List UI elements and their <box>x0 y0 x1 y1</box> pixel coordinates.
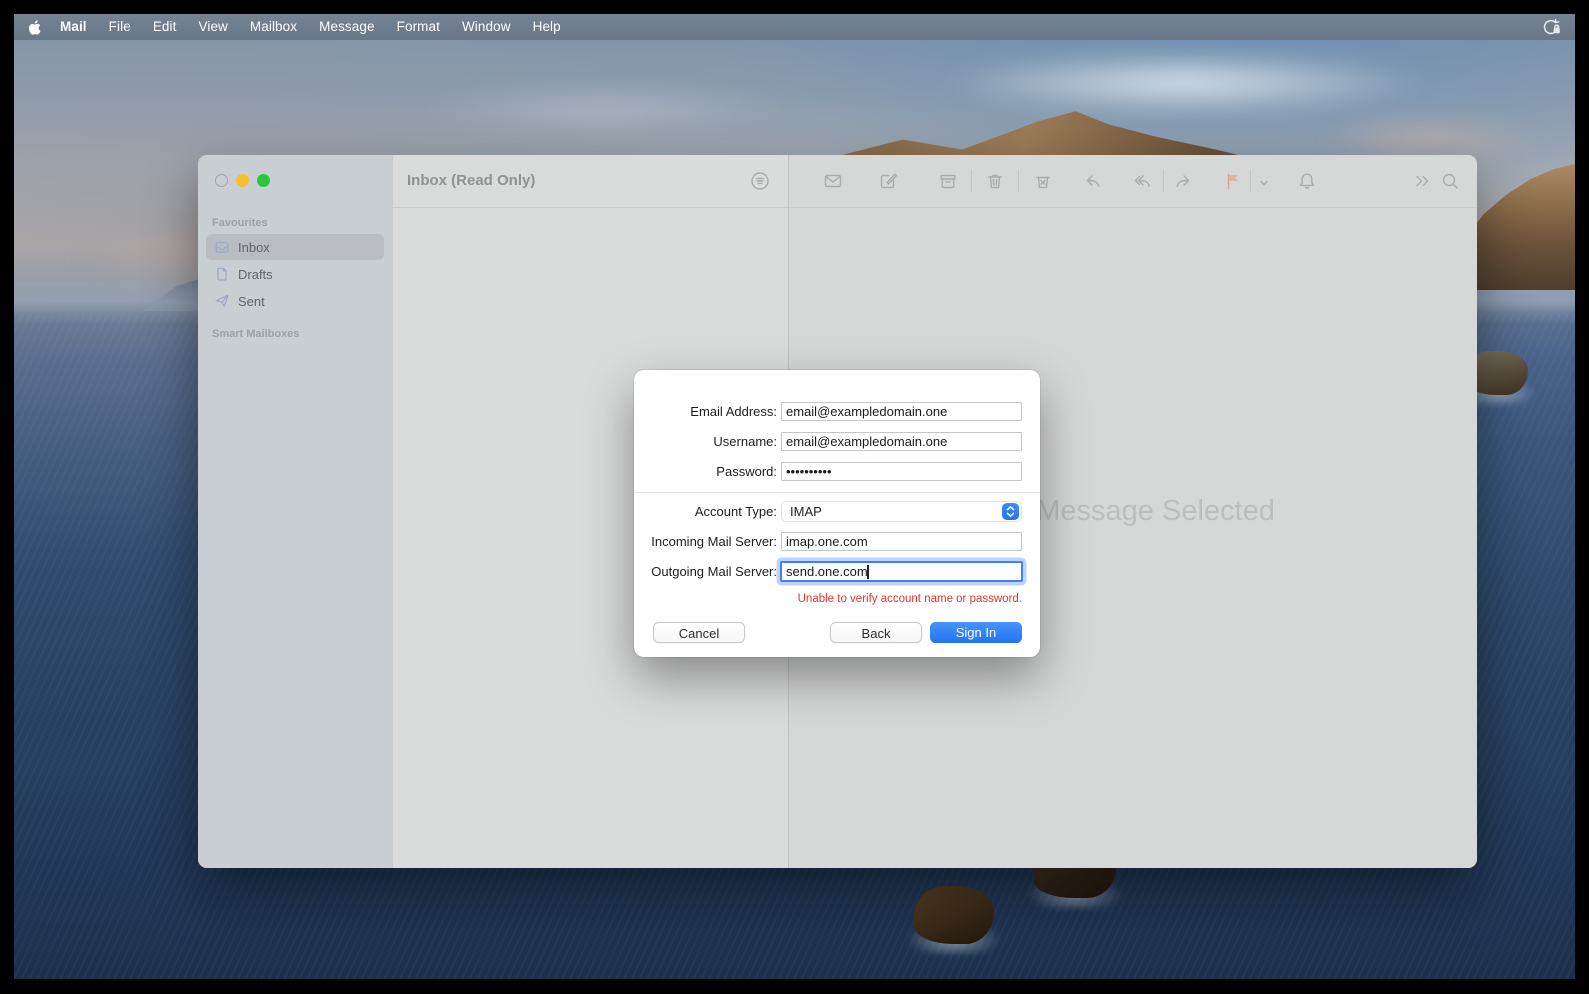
lock-circle-arrow-icon[interactable] <box>1541 17 1561 37</box>
toolbar-separator <box>1163 170 1164 192</box>
back-button[interactable]: Back <box>830 622 922 643</box>
mailbox-title: Inbox (Read Only) <box>407 172 536 189</box>
outgoing-server-field[interactable] <box>780 561 1023 582</box>
sidebar-section-smart-mailboxes: Smart Mailboxes <box>212 328 300 340</box>
sidebar-item-drafts[interactable]: Drafts <box>206 261 384 287</box>
apple-menu[interactable] <box>27 19 41 36</box>
sidebar-section-favourites: Favourites <box>212 217 268 229</box>
bell-icon[interactable] <box>1297 171 1317 191</box>
error-message: Unable to verify account name or passwor… <box>797 593 1022 605</box>
outgoing-server-label: Outgoing Mail Server: <box>651 564 777 579</box>
menu-item-format[interactable]: Format <box>386 14 451 40</box>
password-field[interactable] <box>781 462 1022 481</box>
toolbar <box>789 155 1477 208</box>
menu-item-file[interactable]: File <box>98 14 142 40</box>
menu-bar: Mail File Edit View Mailbox Message Form… <box>14 14 1575 40</box>
menu-item-mailbox[interactable]: Mailbox <box>239 14 308 40</box>
reply-icon[interactable] <box>1083 171 1103 191</box>
sidebar: Favourites Inbox Drafts Sent Smart Mailb… <box>198 155 392 868</box>
menu-item-view[interactable]: View <box>187 14 238 40</box>
draft-document-icon <box>217 267 227 281</box>
sidebar-item-label: Sent <box>238 293 265 309</box>
chevron-down-icon[interactable] <box>1258 176 1270 188</box>
account-type-label: Account Type: <box>694 504 777 519</box>
username-label: Username: <box>713 434 777 449</box>
sidebar-item-label: Drafts <box>238 266 273 282</box>
zoom-button[interactable] <box>257 174 270 187</box>
password-label: Password: <box>716 464 777 479</box>
wallpaper-cloud <box>344 74 864 144</box>
menu-item-message[interactable]: Message <box>308 14 385 40</box>
trash-icon[interactable] <box>985 171 1005 191</box>
filter-icon[interactable] <box>750 171 770 191</box>
incoming-server-field[interactable] <box>781 532 1022 551</box>
menu-item-window[interactable]: Window <box>451 14 522 40</box>
toolbar-separator <box>1250 170 1251 192</box>
menu-item-edit[interactable]: Edit <box>142 14 188 40</box>
incoming-server-label: Incoming Mail Server: <box>651 534 777 549</box>
search-icon[interactable] <box>1440 171 1460 191</box>
paper-plane-icon <box>215 294 229 307</box>
flag-icon[interactable] <box>1223 171 1243 191</box>
sidebar-item-sent[interactable]: Sent <box>206 288 384 314</box>
menu-item-mail[interactable]: Mail <box>49 14 98 40</box>
reply-all-icon[interactable] <box>1132 171 1152 191</box>
envelope-icon[interactable] <box>823 171 843 191</box>
compose-icon[interactable] <box>878 171 898 191</box>
account-type-popup[interactable]: IMAP <box>781 501 1022 522</box>
chevron-double-right-icon[interactable] <box>1412 171 1432 191</box>
email-address-field[interactable] <box>781 402 1022 421</box>
sign-in-button[interactable]: Sign In <box>930 622 1022 643</box>
apple-logo-icon <box>28 19 41 35</box>
forward-icon[interactable] <box>1173 171 1193 191</box>
email-address-label: Email Address: <box>690 404 777 419</box>
toolbar-separator <box>1018 170 1019 192</box>
desktop-wallpaper: Mail File Edit View Mailbox Message Form… <box>14 14 1575 979</box>
archive-icon[interactable] <box>938 171 958 191</box>
inbox-tray-icon <box>215 241 229 253</box>
dialog-separator <box>634 492 1040 493</box>
popup-stepper-icon[interactable] <box>1002 503 1019 520</box>
username-field[interactable] <box>781 432 1022 451</box>
junk-icon[interactable] <box>1033 171 1053 191</box>
account-type-value: IMAP <box>790 504 822 519</box>
close-button[interactable] <box>215 174 228 187</box>
wallpaper-islet <box>902 886 1006 954</box>
toolbar-separator <box>971 170 972 192</box>
minimize-button[interactable] <box>236 174 249 187</box>
text-caret <box>867 565 869 579</box>
sidebar-titlebar[interactable] <box>198 155 392 207</box>
sidebar-item-label: Inbox <box>238 239 270 255</box>
menu-item-help[interactable]: Help <box>522 14 572 40</box>
sidebar-item-inbox[interactable]: Inbox <box>206 234 384 260</box>
list-header: Inbox (Read Only) <box>393 155 788 208</box>
account-setup-dialog: Email Address: Username: Password: Accou… <box>634 370 1040 657</box>
cancel-button[interactable]: Cancel <box>653 622 745 643</box>
